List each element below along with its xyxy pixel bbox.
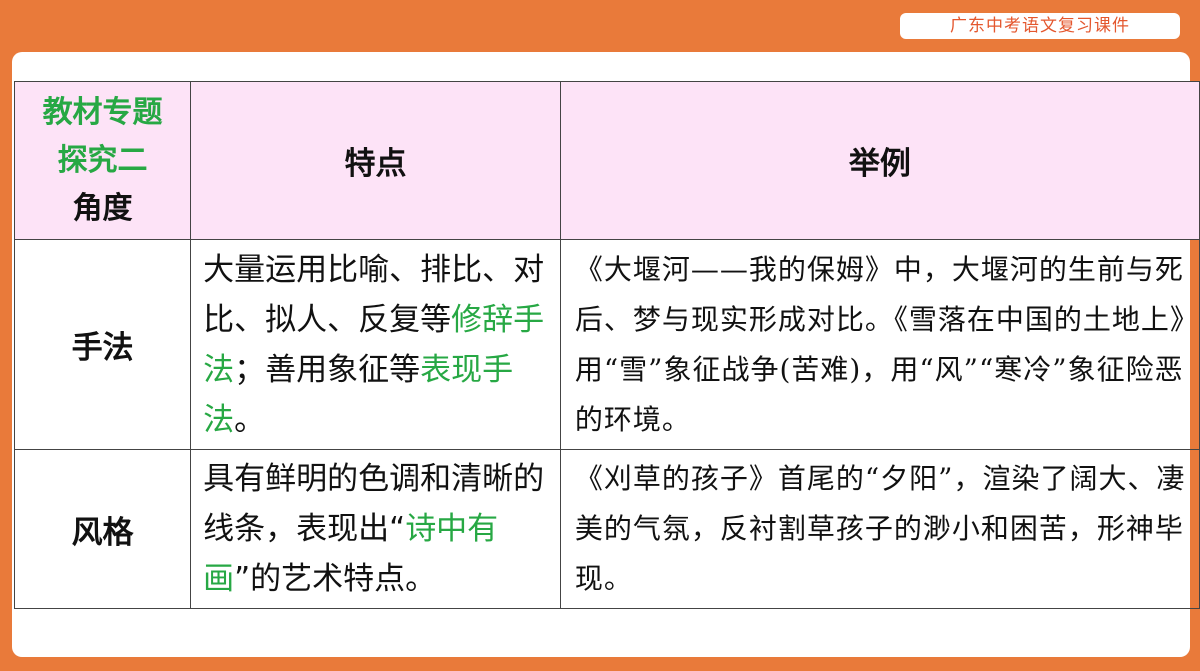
row-label: 风格	[13, 449, 192, 609]
example-cell: 《大堰河——我的保姆》中，大堰河的生前与死后、梦与现实形成对比。《雪落在中国的土…	[559, 239, 1200, 450]
corner-line-2: 探究二	[57, 142, 148, 178]
example-cell: 《刈草的孩子》首尾的“夕阳”，渲染了阔大、凄美的气氛，反衬割草孩子的渺小和困苦，…	[559, 449, 1200, 609]
feature-text: ；善用象征等	[234, 351, 421, 388]
feature-cell: 具有鲜明的色调和清晰的线条，表现出“诗中有画”的艺术特点。	[190, 449, 561, 609]
feature-text: ”的艺术特点。	[234, 561, 437, 597]
table-row: 手法 大量运用比喻、排比、对比、拟人、反复等修辞手法；善用象征等表现手法。 《大…	[13, 239, 1200, 450]
feature-text: 。	[234, 401, 266, 438]
example-header: 举例	[559, 81, 1200, 240]
corner-line-1: 教材专题	[42, 94, 163, 130]
feature-header: 特点	[190, 81, 561, 240]
table-row: 风格 具有鲜明的色调和清晰的线条，表现出“诗中有画”的艺术特点。 《刈草的孩子》…	[13, 449, 1200, 609]
row-label: 手法	[13, 239, 192, 450]
corner-header: 教材专题 探究二 角度	[13, 81, 192, 240]
course-tag: 广东中考语文复习课件	[900, 13, 1180, 39]
poetry-analysis-table: 教材专题 探究二 角度 特点 举例 手法 大量运用比喻、排比、对比、拟人、反复等…	[13, 81, 1200, 609]
corner-line-3: 角度	[72, 190, 133, 226]
table-header-row: 教材专题 探究二 角度 特点 举例	[13, 81, 1200, 240]
feature-cell: 大量运用比喻、排比、对比、拟人、反复等修辞手法；善用象征等表现手法。	[190, 239, 561, 450]
